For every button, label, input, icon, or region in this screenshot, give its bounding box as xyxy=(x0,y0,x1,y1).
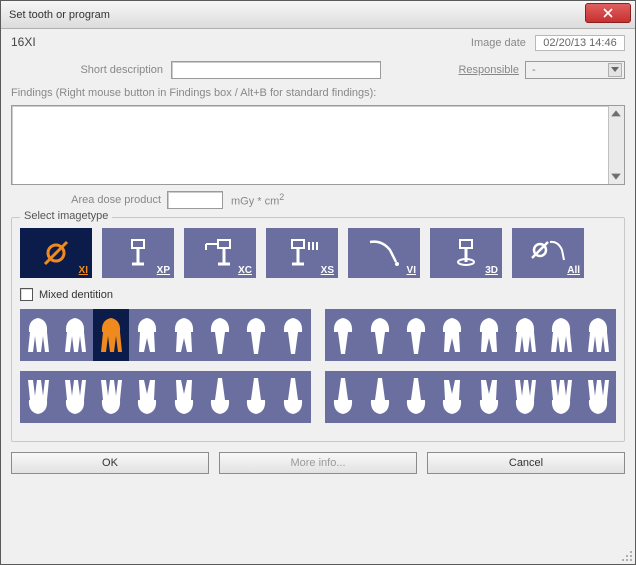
tooth-cell[interactable] xyxy=(398,371,434,423)
quadrant-upper-right xyxy=(325,309,616,361)
imagetype-row: XI XP XC XS VI 3D All xyxy=(20,228,616,278)
tooth-cell[interactable] xyxy=(93,371,129,423)
imagetype-tile-xi[interactable]: XI xyxy=(20,228,92,278)
dose-row: Area dose product mGy * cm2 xyxy=(11,191,625,209)
scroll-down-icon xyxy=(610,170,622,182)
dialog-window: Set tooth or program 16XI Image date 02/… xyxy=(0,0,636,565)
tooth-cell[interactable] xyxy=(238,309,274,361)
tooth-cell[interactable] xyxy=(543,309,579,361)
imagetype-tag: VI xyxy=(407,265,416,276)
quadrant-upper-left xyxy=(20,309,311,361)
tooth-cell[interactable] xyxy=(471,309,507,361)
tooth-cell[interactable] xyxy=(325,309,361,361)
top-row: 16XI Image date 02/20/13 14:46 xyxy=(11,35,625,51)
ok-button[interactable]: OK xyxy=(11,452,209,474)
close-icon xyxy=(603,8,613,18)
imagetype-tile-xp[interactable]: XP xyxy=(102,228,174,278)
responsible-label: Responsible xyxy=(458,64,519,76)
quadrant-lower-right xyxy=(325,371,616,423)
image-date-value: 02/20/13 14:46 xyxy=(535,35,625,51)
imagetype-tile-all[interactable]: All xyxy=(512,228,584,278)
window-title: Set tooth or program xyxy=(9,9,110,21)
tooth-cell[interactable] xyxy=(471,371,507,423)
mixed-dentition-check[interactable]: Mixed dentition xyxy=(20,288,616,301)
tooth-cell[interactable] xyxy=(434,371,470,423)
dose-unit: mGy * cm2 xyxy=(231,192,284,208)
tooth-cell[interactable] xyxy=(56,309,92,361)
tooth-cell[interactable] xyxy=(275,309,311,361)
tooth-cell[interactable] xyxy=(434,309,470,361)
imagetype-tag: XI xyxy=(79,265,88,276)
imagetype-tag: All xyxy=(567,265,580,276)
scroll-up-icon xyxy=(610,108,622,120)
tooth-cell[interactable] xyxy=(325,371,361,423)
client-area: 16XI Image date 02/20/13 14:46 Short des… xyxy=(1,29,635,564)
tooth-cell[interactable] xyxy=(166,371,202,423)
imagetype-tile-xs[interactable]: XS xyxy=(266,228,338,278)
responsible-row: Responsible - xyxy=(11,61,625,79)
tooth-cell[interactable] xyxy=(275,371,311,423)
dose-input[interactable] xyxy=(167,191,223,209)
tooth-cell[interactable] xyxy=(20,309,56,361)
quadrant-lower-left xyxy=(20,371,311,423)
findings-label: Findings (Right mouse button in Findings… xyxy=(11,87,625,99)
tooth-cell[interactable] xyxy=(543,371,579,423)
tooth-id-label: 16XI xyxy=(11,35,36,49)
checkbox-icon xyxy=(20,288,33,301)
imagetype-tile-xc[interactable]: XC xyxy=(184,228,256,278)
tooth-cell[interactable] xyxy=(580,371,616,423)
tooth-cell[interactable] xyxy=(129,371,165,423)
responsible-value: - xyxy=(532,64,536,76)
button-row: OK More info... Cancel xyxy=(11,452,625,474)
tooth-cell[interactable] xyxy=(507,309,543,361)
imagetype-tag: XS xyxy=(321,265,334,276)
imagetype-tile-vi[interactable]: VI xyxy=(348,228,420,278)
tooth-cell[interactable] xyxy=(93,309,129,361)
tooth-cell[interactable] xyxy=(20,371,56,423)
tooth-cell[interactable] xyxy=(202,371,238,423)
scrollbar[interactable] xyxy=(608,106,624,184)
resize-grip-icon[interactable] xyxy=(621,550,633,562)
responsible-select[interactable]: - xyxy=(525,61,625,79)
tooth-cell[interactable] xyxy=(507,371,543,423)
more-info-button[interactable]: More info... xyxy=(219,452,417,474)
imagetype-group: Select imagetype XIXPXCXSVI3DAll Mixed d… xyxy=(11,217,625,442)
close-button[interactable] xyxy=(585,3,631,23)
chevron-down-icon xyxy=(608,63,622,77)
tooth-cell[interactable] xyxy=(166,309,202,361)
imagetype-tag: XP xyxy=(157,265,170,276)
tooth-cell[interactable] xyxy=(129,309,165,361)
tooth-cell[interactable] xyxy=(361,309,397,361)
imagetype-legend: Select imagetype xyxy=(20,210,112,222)
tooth-cell[interactable] xyxy=(238,371,274,423)
tooth-cell[interactable] xyxy=(56,371,92,423)
image-date-label: Image date xyxy=(471,37,526,49)
tooth-cell[interactable] xyxy=(580,309,616,361)
imagetype-tag: 3D xyxy=(485,265,498,276)
imagetype-tag: XC xyxy=(238,265,252,276)
tooth-cell[interactable] xyxy=(202,309,238,361)
teeth-selector xyxy=(20,309,616,423)
findings-textarea[interactable] xyxy=(11,105,625,185)
titlebar: Set tooth or program xyxy=(1,1,635,29)
tooth-cell[interactable] xyxy=(361,371,397,423)
dose-label: Area dose product xyxy=(11,194,167,206)
cancel-button[interactable]: Cancel xyxy=(427,452,625,474)
imagetype-tile-3d[interactable]: 3D xyxy=(430,228,502,278)
mixed-dentition-label: Mixed dentition xyxy=(39,289,113,301)
tooth-cell[interactable] xyxy=(398,309,434,361)
